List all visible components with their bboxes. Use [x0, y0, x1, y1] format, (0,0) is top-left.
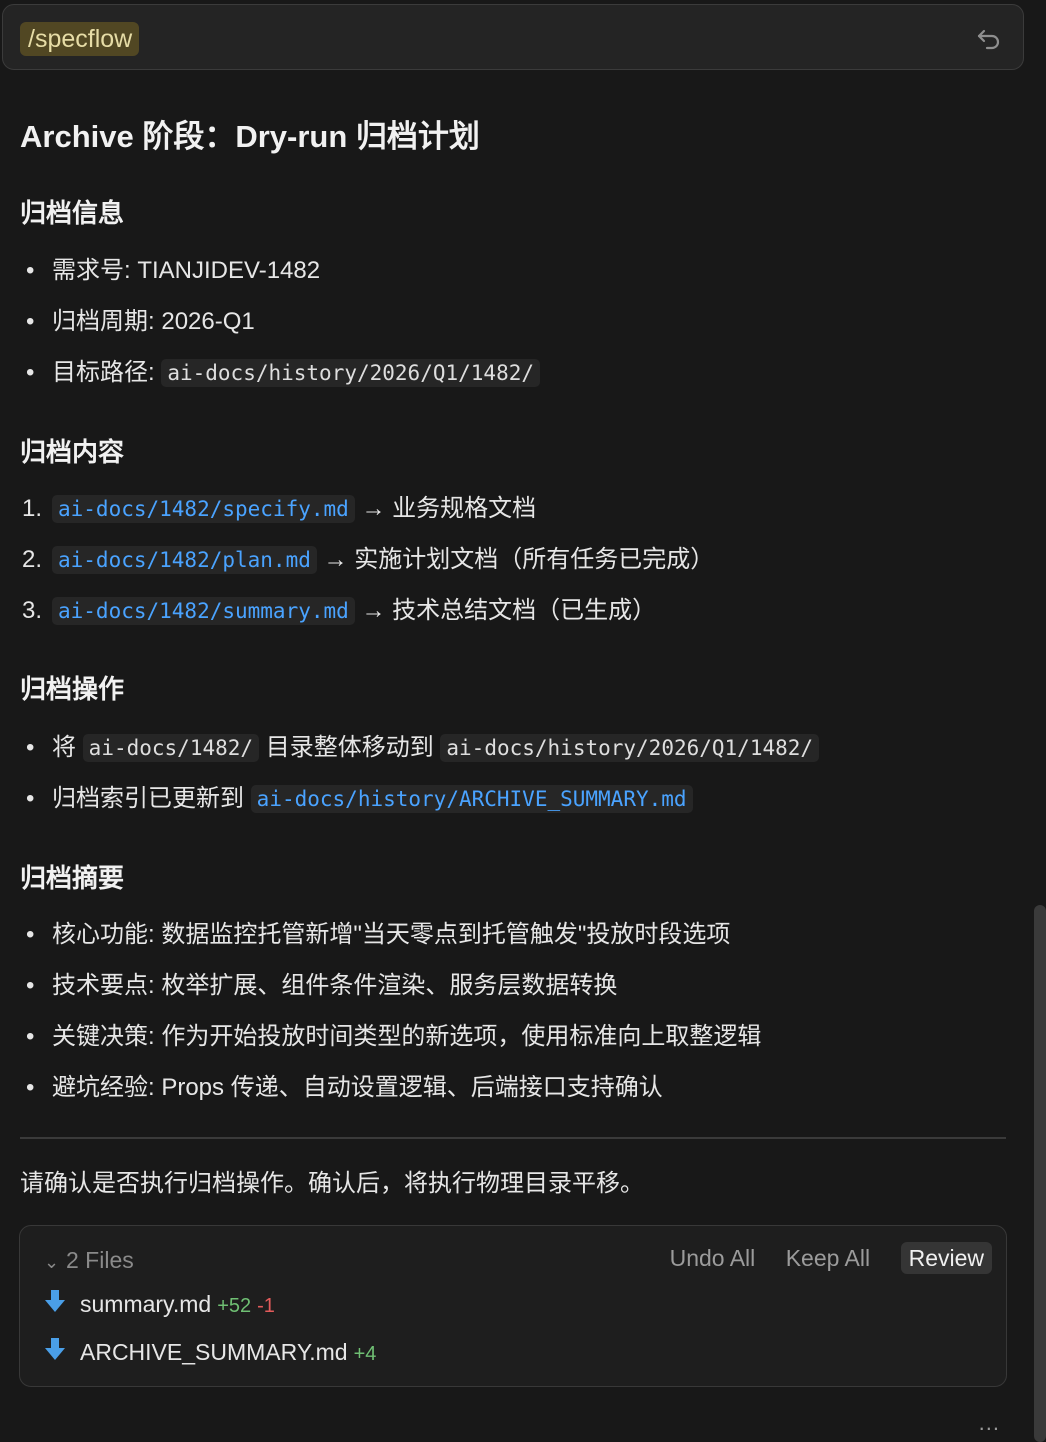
file-name: ARCHIVE_SUMMARY.md	[80, 1339, 348, 1365]
more-icon[interactable]: ...	[979, 1410, 1000, 1436]
markdown-file-icon	[44, 1337, 80, 1371]
markdown-file-icon	[44, 1289, 80, 1323]
section-heading-content: 归档内容	[20, 437, 125, 467]
list-item: 1. ai-docs/1482/specify.md → 业务规格文档	[22, 495, 537, 523]
list-item: • 目标路径: ai-docs/history/2026/Q1/1482/	[20, 356, 540, 390]
list-item: • 归档索引已更新到 ai-docs/history/ARCHIVE_SUMMAR…	[20, 782, 693, 816]
file-name: summary.md	[80, 1291, 212, 1317]
undo-all-button[interactable]: Undo All	[670, 1242, 756, 1274]
review-button[interactable]: Review	[900, 1242, 992, 1274]
section-heading-summary: 归档摘要	[20, 863, 125, 893]
list-item: 2. ai-docs/1482/plan.md → 实施计划文档（所有任务已完成）	[22, 546, 715, 574]
file-link[interactable]: ai-docs/1482/plan.md	[52, 546, 317, 574]
changed-files-panel: ⌄ 2 Files Undo All Keep All Review summar…	[19, 1225, 1007, 1387]
command-bar[interactable]: /specflow	[2, 4, 1024, 70]
confirm-text: 请确认是否执行归档操作。确认后，将执行物理目录平移。	[20, 1170, 644, 1197]
files-actions: Undo All Keep All Review	[644, 1242, 992, 1274]
undo-icon[interactable]	[975, 24, 1003, 52]
source-dir-code: ai-docs/1482/	[82, 734, 260, 762]
lines-added: +4	[353, 1343, 377, 1365]
keep-all-button[interactable]: Keep All	[786, 1242, 870, 1274]
divider	[20, 1137, 1006, 1139]
file-link[interactable]: ai-docs/1482/specify.md	[52, 495, 355, 523]
section-heading-ops: 归档操作	[20, 674, 125, 704]
list-item: • 技术要点: 枚举扩展、组件条件渲染、服务层数据转换	[26, 972, 618, 999]
file-row-summary[interactable]: summary.md +52 -1	[44, 1288, 275, 1323]
command-chip[interactable]: /specflow	[20, 22, 140, 56]
file-row-archive-summary[interactable]: ARCHIVE_SUMMARY.md +4	[44, 1336, 376, 1371]
list-item: • 避坑经验: Props 传递、自动设置逻辑、后端接口支持确认	[26, 1074, 663, 1101]
list-item: • 关键决策: 作为开始投放时间类型的新选项，使用标准向上取整逻辑	[26, 1023, 762, 1050]
target-path-code: ai-docs/history/2026/Q1/1482/	[161, 359, 540, 387]
lines-added: +52	[217, 1295, 252, 1317]
file-link[interactable]: ai-docs/1482/summary.md	[52, 597, 355, 625]
list-item: • 需求号: TIANJIDEV-1482	[26, 257, 321, 284]
files-count: 2 Files	[66, 1247, 134, 1273]
lines-removed: -1	[257, 1295, 275, 1317]
list-item: • 将 ai-docs/1482/ 目录整体移动到 ai-docs/history…	[20, 731, 820, 765]
files-toggle[interactable]: ⌄ 2 Files	[44, 1244, 134, 1278]
archive-summary-link[interactable]: ai-docs/history/ARCHIVE_SUMMARY.md	[250, 785, 693, 813]
list-item: • 核心功能: 数据监控托管新增"当天零点到托管触发"投放时段选项	[26, 921, 731, 948]
chat-page: /specflow Archive 阶段：Dry-run 归档计划 归档信息 •…	[0, 0, 1046, 1442]
dest-dir-code: ai-docs/history/2026/Q1/1482/	[440, 734, 820, 762]
scrollbar[interactable]	[1034, 905, 1046, 1442]
section-heading-info: 归档信息	[20, 198, 125, 228]
list-item: • 归档周期: 2026-Q1	[26, 308, 255, 335]
page-title: Archive 阶段：Dry-run 归档计划	[20, 119, 480, 154]
list-item: 3. ai-docs/1482/summary.md → 技术总结文档（已生成）	[22, 597, 657, 625]
chevron-down-icon: ⌄	[44, 1252, 60, 1272]
